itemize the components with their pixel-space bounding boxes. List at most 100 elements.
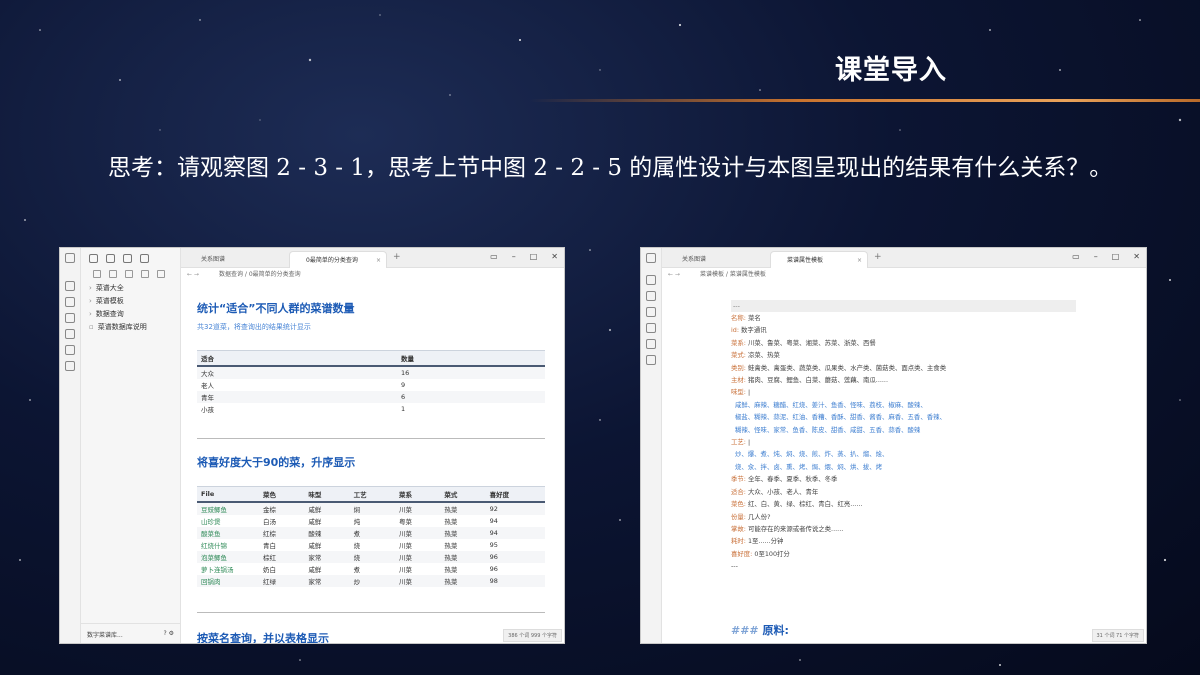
help-icon[interactable]: ? ⚙: [164, 630, 174, 637]
prop-row[interactable]: 耗时: 1至......分钟: [731, 535, 1076, 547]
table-cell: 咸鲜: [308, 566, 322, 574]
table-header-row: File 菜色 味型 工艺 菜系 菜式 喜好度: [197, 486, 545, 503]
left-ribbon: [60, 248, 81, 643]
tab-query[interactable]: 0最简单的分类查询 ×: [289, 251, 387, 268]
terminal-icon[interactable]: [65, 297, 75, 307]
table-cell: 家常: [304, 551, 350, 563]
tree-item-readme[interactable]: ▫ 菜谱数据库说明: [85, 321, 176, 334]
sidebar-toggle-icon[interactable]: [65, 253, 75, 263]
column-header[interactable]: 数量: [397, 350, 545, 367]
folder-icon[interactable]: [140, 254, 149, 263]
prop-row[interactable]: 喜好度: 0至100打分: [731, 548, 1076, 560]
prop-row[interactable]: 掌故: 可能存在的来源或者传说之类......: [731, 523, 1076, 535]
prop-row[interactable]: 适合: 大众、小孩、老人、青年: [731, 486, 1076, 498]
search-icon[interactable]: [123, 254, 132, 263]
table-cell: 96: [489, 565, 498, 573]
tree-item-queries[interactable]: › 数据查询: [85, 308, 176, 321]
vault-switcher[interactable]: 数字菜谱库... ? ⚙: [81, 623, 180, 643]
column-header[interactable]: 喜好度: [485, 486, 545, 503]
close-tab-icon[interactable]: ×: [857, 252, 862, 269]
column-header[interactable]: 味型: [304, 486, 350, 503]
file-link[interactable]: 萝卜连锅汤: [197, 563, 259, 575]
tab-bar: 关系图谱 0最简单的分类查询 × + ▭ – □ ✕: [181, 248, 564, 268]
prop-row[interactable]: 菜式: 凉菜、热菜: [731, 349, 1076, 361]
prop-row[interactable]: 类别: 鲑禽类、禽蛋类、蔬菜类、瓜果类、水产类、菌菇类、面点类、主食类: [731, 362, 1076, 374]
new-folder-icon[interactable]: [109, 270, 117, 278]
close-window-icon[interactable]: ✕: [1133, 252, 1140, 261]
home-icon[interactable]: [65, 361, 75, 371]
title-underline: [530, 99, 1200, 102]
column-header[interactable]: 菜系: [394, 486, 441, 503]
tab-template[interactable]: 菜谱属性模板 ×: [770, 251, 868, 268]
column-header[interactable]: 适合: [197, 350, 397, 367]
nav-arrows-icon[interactable]: ← →: [187, 268, 199, 282]
heading-marker: ###: [731, 624, 759, 637]
prop-row[interactable]: 名称: 菜名: [731, 312, 1076, 324]
terminal-icon[interactable]: [646, 291, 656, 301]
table-cell: 川菜: [394, 502, 441, 515]
file-link[interactable]: 豆豉鲫鱼: [197, 502, 259, 515]
files-tab-icon[interactable]: [89, 254, 98, 263]
bookmark-icon[interactable]: [106, 254, 115, 263]
prop-row[interactable]: 主材: 猪肉、豆腐、鲤鱼、白菜、蘑菇、莲藕、南瓜......: [731, 374, 1076, 386]
maximize-icon[interactable]: □: [1112, 252, 1120, 261]
prop-row[interactable]: 工艺: |: [731, 436, 1076, 448]
layout-icon[interactable]: ▭: [1072, 252, 1080, 261]
sort-icon[interactable]: [125, 270, 133, 278]
calendar-icon[interactable]: [646, 307, 656, 317]
minimize-icon[interactable]: –: [1094, 252, 1098, 261]
tree-item-recipes[interactable]: › 菜谱大全: [85, 282, 176, 295]
prop-row[interactable]: 味型: |: [731, 386, 1076, 398]
prop-continuation: 椒盐、糊辣、蒜泥、红油、香糟、香酥、甜香、酱香、麻香、五香、香辣、: [735, 413, 946, 422]
column-header[interactable]: File: [197, 486, 259, 503]
table-cell: 热菜: [440, 527, 486, 539]
template-icon[interactable]: [65, 329, 75, 339]
close-tab-icon[interactable]: ×: [376, 252, 381, 269]
file-link[interactable]: 泡菜鲫鱼: [197, 551, 259, 563]
prop-row[interactable]: 份量: 几人份?: [731, 511, 1076, 523]
new-tab-icon[interactable]: +: [393, 252, 401, 262]
prop-value: 菜名: [747, 314, 761, 322]
table-cell: 老人: [201, 382, 214, 390]
status-bar: 31 个词 71 个字符: [1091, 629, 1144, 642]
close-panel-icon[interactable]: [157, 270, 165, 278]
template-icon[interactable]: [646, 323, 656, 333]
file-link[interactable]: 回锅肉: [197, 575, 259, 587]
column-header[interactable]: 工艺: [349, 486, 395, 503]
graph-icon[interactable]: [646, 339, 656, 349]
table-cell: 95: [489, 541, 498, 549]
maximize-icon[interactable]: □: [530, 252, 538, 261]
section-heading-preference: 将喜好度大于90的菜，升序显示: [197, 456, 356, 469]
file-link[interactable]: 酸菜鱼: [197, 527, 259, 539]
minimize-icon[interactable]: –: [512, 252, 516, 261]
sidebar-toggle-icon[interactable]: [646, 253, 656, 263]
new-note-icon[interactable]: [93, 270, 101, 278]
close-window-icon[interactable]: ✕: [551, 252, 558, 261]
prop-row[interactable]: 菜色: 红、白、黄、绿、棕红、青白、红亮......: [731, 498, 1076, 510]
prop-key: 季节:: [731, 475, 746, 484]
tab-graph[interactable]: 关系图谱: [185, 251, 285, 268]
column-header[interactable]: 菜色: [259, 486, 305, 503]
file-icon[interactable]: [646, 275, 656, 285]
prop-row[interactable]: 季节: 全年、春季、夏季、秋季、冬季: [731, 473, 1076, 485]
divider: [197, 438, 545, 439]
file-link[interactable]: 红烧什锦: [197, 539, 259, 551]
new-tab-icon[interactable]: +: [874, 252, 882, 262]
prop-row[interactable]: 菜系: 川菜、鲁菜、粤菜、湘菜、苏菜、浙菜、西餐: [731, 337, 1076, 349]
table-cell: 大众: [197, 366, 397, 379]
file-link[interactable]: 山珍煲: [197, 515, 259, 527]
tree-item-templates[interactable]: › 菜谱模板: [85, 295, 176, 308]
column-header[interactable]: 菜式: [440, 486, 486, 503]
tab-graph[interactable]: 关系图谱: [666, 251, 766, 268]
file-icon[interactable]: [65, 281, 75, 291]
calendar-icon[interactable]: [65, 313, 75, 323]
home-icon[interactable]: [646, 355, 656, 365]
prop-value: 川菜、鲁菜、粤菜、湘菜、苏菜、浙菜、西餐: [747, 338, 876, 347]
nav-arrows-icon[interactable]: ← →: [668, 268, 680, 282]
collapse-icon[interactable]: [141, 270, 149, 278]
tab-label: 菜谱属性模板: [787, 257, 824, 264]
prop-row[interactable]: id: 数字通讯: [731, 324, 1076, 336]
breadcrumb: 数据查询 / 0最简单的分类查询: [219, 271, 301, 278]
layout-icon[interactable]: ▭: [490, 252, 498, 261]
graph-icon[interactable]: [65, 345, 75, 355]
